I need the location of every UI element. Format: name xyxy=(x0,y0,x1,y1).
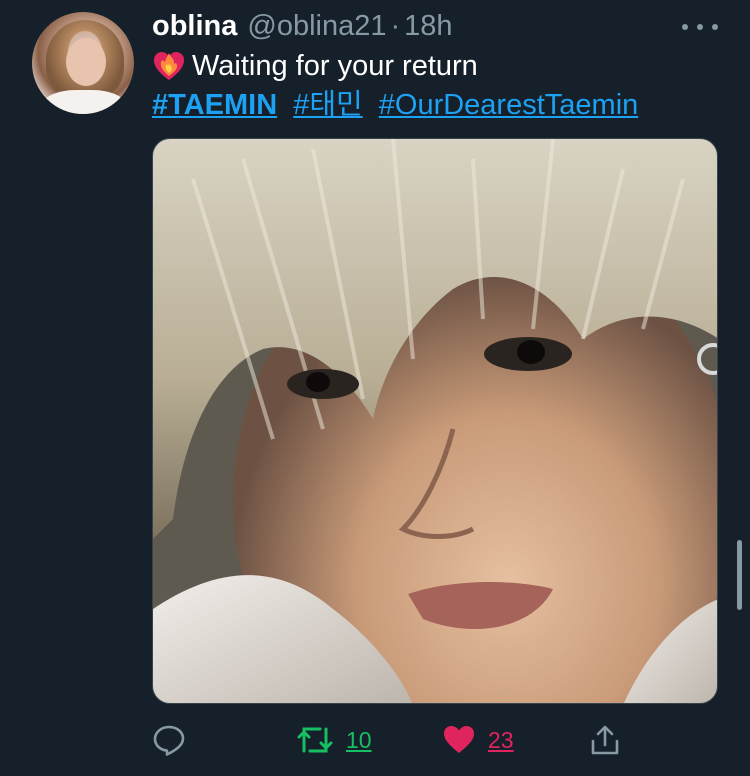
tweet-text: Waiting for your return xyxy=(152,47,478,85)
tweet-photo[interactable] xyxy=(152,138,718,704)
hashtag-taemin-korean[interactable]: #태민 xyxy=(293,89,363,121)
author-avatar[interactable] xyxy=(32,12,134,114)
reply-bubble-icon xyxy=(153,725,185,756)
tweet-timestamp[interactable]: 18h xyxy=(404,8,452,44)
avatar-face xyxy=(66,38,106,86)
heart-icon xyxy=(444,726,474,753)
like-count[interactable]: 23 xyxy=(488,727,514,754)
author-name[interactable]: oblina xyxy=(152,8,237,44)
retweet-button[interactable]: 10 xyxy=(296,722,372,758)
hashtag-ourdearesttaemin[interactable]: #OurDearestTaemin xyxy=(379,89,639,121)
like-button[interactable]: 23 xyxy=(442,722,514,758)
share-upload-icon xyxy=(591,725,619,755)
author-handle[interactable]: @oblina21 xyxy=(247,8,386,44)
header-separator: · xyxy=(390,10,401,42)
tweet-header: oblina @oblina21 · 18h xyxy=(152,8,453,44)
tweet-card[interactable]: oblina @oblina21 · 18h Waiting for your … xyxy=(0,0,750,776)
portrait-illustration xyxy=(153,139,717,703)
retweet-icon xyxy=(297,727,333,753)
more-options-icon[interactable] xyxy=(682,22,718,32)
hashtag-taemin[interactable]: #TAEMIN xyxy=(152,89,277,121)
hashtag-line: #TAEMIN #태민 #OurDearestTaemin xyxy=(152,86,646,124)
avatar-shirt xyxy=(42,90,126,114)
tweet-actions: 10 23 xyxy=(0,716,750,764)
scrollbar-thumb[interactable] xyxy=(737,540,742,610)
heart-on-fire-icon xyxy=(154,52,184,80)
tweet-text-body: Waiting for your return xyxy=(192,50,478,82)
retweet-count[interactable]: 10 xyxy=(346,727,372,754)
share-button[interactable] xyxy=(588,722,622,758)
reply-button[interactable] xyxy=(152,722,186,758)
